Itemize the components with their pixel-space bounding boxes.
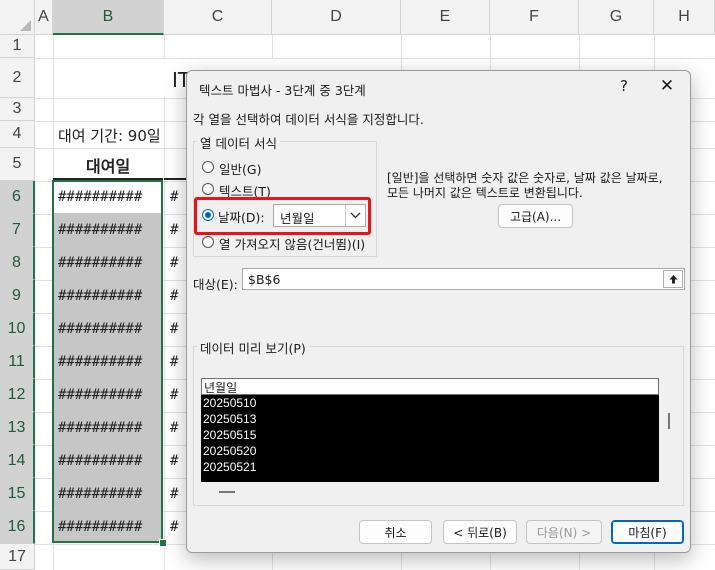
preview-column-header-label: 년월일 [204, 381, 238, 395]
fill-handle[interactable] [159, 539, 167, 547]
preview-vertical-scrollbar[interactable] [668, 413, 670, 429]
row-header-3[interactable]: 3 [0, 98, 35, 121]
radio-skip[interactable] [202, 236, 214, 248]
header-cell-c[interactable] [164, 149, 186, 180]
column-header-h[interactable]: H [654, 0, 715, 35]
hash-cell-c8[interactable]: # [170, 255, 178, 271]
row-header-13[interactable]: 13 [0, 412, 35, 445]
row-header-12[interactable]: 12 [0, 379, 35, 412]
target-label: 대상(E): [193, 277, 238, 292]
hash-cell-c10[interactable]: # [170, 321, 178, 337]
hash-cell-c13[interactable]: # [170, 420, 178, 436]
row-header-1[interactable]: 1 [0, 35, 35, 58]
preview-row: 20250520 [203, 444, 257, 458]
data-preview-title: 데이터 미리 보기(P) [197, 338, 309, 357]
back-button[interactable]: < 뒤로(B) [443, 520, 517, 544]
radio-text[interactable] [202, 183, 214, 195]
advanced-button[interactable]: 고급(A)... [498, 204, 573, 228]
hash-cell-c6[interactable]: # [170, 189, 178, 205]
radio-general[interactable] [202, 161, 214, 173]
row-header-9[interactable]: 9 [0, 280, 35, 313]
row-header-15[interactable]: 15 [0, 478, 35, 511]
column-header-g[interactable]: G [579, 0, 654, 35]
row-header-6[interactable]: 6 [0, 181, 35, 214]
row-header-16[interactable]: 16 [0, 511, 35, 544]
target-value: $B$6 [248, 272, 281, 287]
row-header-7[interactable]: 7 [0, 214, 35, 247]
rental-date-header: 대여일 [86, 157, 131, 176]
preview-row: 20250521 [203, 460, 257, 474]
dialog-title: 텍스트 마법사 - 3단계 중 3단계 [199, 83, 366, 98]
preview-row: 20250515 [203, 428, 257, 442]
column-header-f[interactable]: F [490, 0, 579, 35]
row-header-4[interactable]: 4 [0, 121, 35, 148]
column-header-c[interactable]: C [164, 0, 272, 35]
row-header-10[interactable]: 10 [0, 313, 35, 346]
collapse-arrow-icon [669, 274, 677, 283]
row-header-17[interactable]: 17 [0, 544, 35, 570]
gridline [164, 35, 165, 570]
target-input[interactable]: $B$6 [242, 268, 685, 290]
row-header-5[interactable]: 5 [0, 148, 35, 181]
select-all-corner[interactable] [0, 0, 35, 35]
highlight-annotation [194, 197, 371, 235]
close-button[interactable]: ✕ [657, 76, 677, 96]
format-hint-line1: [일반]을 선택하면 숫자 값은 숫자로, 날짜 값은 날짜로, [387, 171, 663, 185]
preview-row: 20250510 [203, 396, 257, 410]
preview-horizontal-scrollbar[interactable] [219, 491, 235, 493]
hash-cell-c9[interactable]: # [170, 288, 178, 304]
column-header-d[interactable]: D [272, 0, 401, 35]
hash-cell-c16[interactable]: # [170, 519, 178, 535]
radio-general-label[interactable]: 일반(G) [219, 159, 261, 178]
format-hint-line2: 모든 나머지 값은 텍스트로 변환됩니다. [387, 186, 583, 200]
dialog-instruction: 각 열을 선택하여 데이터 서식을 지정합니다. [193, 112, 424, 127]
selection-border [52, 180, 163, 543]
column-format-group-title: 열 데이터 서식 [197, 133, 280, 152]
row-header-2[interactable]: 2 [0, 58, 35, 98]
hash-cell-c7[interactable]: # [170, 222, 178, 238]
collapse-dialog-button[interactable] [663, 270, 683, 288]
radio-skip-label[interactable]: 열 가져오지 않음(건너뜀)(I) [219, 234, 365, 253]
finish-button[interactable]: 마침(F) [611, 520, 684, 544]
column-header-a[interactable]: A [35, 0, 53, 35]
next-button[interactable]: 다음(N) > [526, 520, 602, 544]
cancel-button[interactable]: 취소 [359, 520, 432, 544]
help-button[interactable]: ? [615, 77, 633, 95]
row-header-11[interactable]: 11 [0, 346, 35, 379]
hash-cell-c11[interactable]: # [170, 354, 178, 370]
hash-cell-c14[interactable]: # [170, 453, 178, 469]
rental-period-label: 대여 기간: 90일 [58, 127, 161, 145]
row-header-8[interactable]: 8 [0, 247, 35, 280]
column-header-e[interactable]: E [401, 0, 490, 35]
row-header-14[interactable]: 14 [0, 445, 35, 478]
hash-cell-c12[interactable]: # [170, 387, 178, 403]
preview-row: 20250513 [203, 412, 257, 426]
hash-cell-c15[interactable]: # [170, 486, 178, 502]
column-header-b[interactable]: B [53, 0, 164, 35]
text-import-wizard-dialog: 텍스트 마법사 - 3단계 중 3단계 ? ✕ 각 열을 선택하여 데이터 서식… [186, 70, 691, 553]
preview-column-header[interactable]: 년월일 [201, 378, 659, 395]
format-hint: [일반]을 선택하면 숫자 값은 숫자로, 날짜 값은 날짜로, 모든 나머지 … [387, 171, 663, 201]
